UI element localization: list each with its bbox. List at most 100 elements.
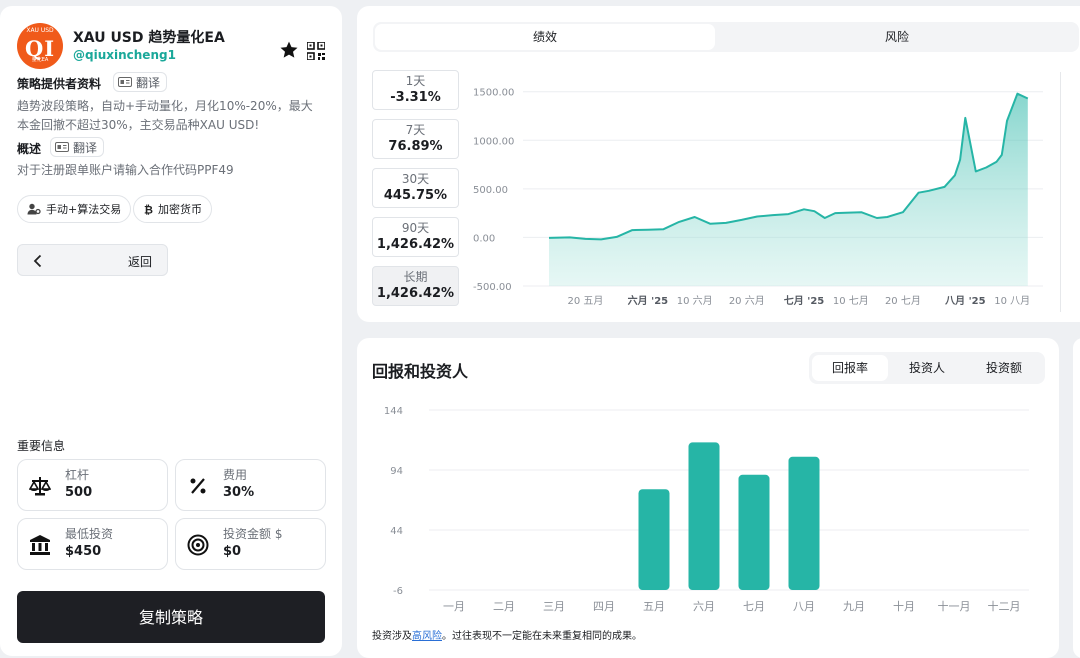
period-label: 长期 [403,270,428,284]
performance-card: 绩效 风险 1天 -3.31% 7天 76.89% 30天 445.75% 90… [357,6,1080,322]
translate-icon [55,142,69,152]
period-value: 1,426.42% [376,286,455,301]
x-tick-label: 10 七月 [833,295,869,307]
returns-investors-card: 回报和投资人 回报率 投资人 投资额 144 94 44 -6 一月 二月 三月 四月 五月 六月… [357,338,1059,658]
min-investment-value: $450 [65,544,102,559]
month-label: 十二月 [988,599,1021,613]
tab-risk[interactable]: 风险 [717,24,1077,50]
copy-strategy-button[interactable]: 复制策略 [17,591,325,643]
avatar[interactable]: XAU USD QI 量化EA [17,23,63,69]
x-tick-label: 六月 '25 [628,294,669,307]
back-label: 返回 [128,255,153,269]
month-label: 六月 [693,600,715,613]
scale-icon [29,477,51,496]
period-value: 1,426.42% [376,237,455,252]
important-info-title: 重要信息 [17,439,66,453]
month-label: 五月 [643,600,665,613]
y-tick-label: 144 [384,406,403,417]
y-tick-label: 94 [390,466,403,477]
returns-tabs: 回报率 投资人 投资额 [809,352,1045,384]
y-tick-label: 1000.00 [473,136,514,147]
strategy-profile-card: XAU USD QI 量化EA XAU USD 趋势量化EA @qiuxinch… [0,6,342,656]
period-label: 7天 [405,123,426,137]
y-tick-label: -500.00 [473,282,512,293]
leverage-label: 杠杆 [65,468,90,482]
strategy-title: XAU USD 趋势量化EA [73,30,225,46]
period-7d[interactable]: 7天 76.89% [372,119,459,159]
x-tick-label: 七月 '25 [784,294,825,307]
x-tick-label: 10 六月 [677,295,713,307]
min-investment-label: 最低投资 [65,527,114,541]
provider-info-label: 策略提供者资料 [17,77,102,91]
investment-amount-box: 投资金额 $ $0 [175,518,326,570]
month-label: 十月 [893,599,915,613]
tab-investment-amount[interactable]: 投资额 [966,355,1042,381]
period-value: 445.75% [383,188,448,203]
month-label: 八月 [793,600,815,613]
percent-icon [190,478,206,494]
return-bar [788,456,820,590]
performance-tabs: 绩效 风险 [373,22,1079,52]
provider-handle[interactable]: @qiuxincheng1 [73,48,176,62]
y-tick-label: 500.00 [473,185,508,196]
avatar-sub-text: 量化EA [31,57,49,63]
period-label: 1天 [405,74,426,88]
tag-manual-algo[interactable]: 手动+算法交易 [17,195,132,223]
tag-crypto[interactable]: ₿ 加密货币 [133,195,212,223]
risk-disclaimer: 投资涉及高风险。过往表现不一定能在未来重复相同的成果。 [372,627,642,642]
y-tick-label: 0.00 [473,233,495,244]
high-risk-link[interactable]: 高风险 [412,631,442,642]
tab-return-rate[interactable]: 回报率 [812,355,888,381]
month-label: 九月 [843,600,865,613]
return-bar [688,442,720,590]
equity-area [549,93,1028,286]
fee-value: 30% [223,485,255,500]
performance-chart[interactable]: 1500.00 1000.00 500.00 0.00 -500.00 20 五月 六月 '… [467,72,1057,312]
translate-icon [118,77,132,87]
monthly-returns-chart[interactable]: 144 94 44 -6 一月 二月 三月 四月 五月 六月 七月 八月 九月 十月 十一月 十二月 [357,396,1059,620]
tab-performance[interactable]: 绩效 [375,24,715,50]
overview-description: 对于注册跟单账户请输入合作代码PPF49 [17,163,234,177]
tag-label: 手动+算法交易 [46,203,122,216]
user-gear-icon [27,203,41,215]
fee-label: 费用 [223,468,248,482]
return-bar [738,474,770,590]
month-label: 三月 [543,600,565,613]
overview-label: 概述 [17,142,42,156]
period-90d[interactable]: 90天 1,426.42% [372,217,459,257]
tab-investors[interactable]: 投资人 [889,355,965,381]
target-icon [187,534,209,556]
period-30d[interactable]: 30天 445.75% [372,168,459,208]
x-tick-label: 20 五月 [567,295,603,307]
x-tick-label: 20 七月 [885,295,921,307]
svg-text:₿: ₿ [144,204,153,216]
period-1d[interactable]: 1天 -3.31% [372,70,459,110]
disclaimer-pre: 投资涉及 [372,631,412,642]
overview-translate-button[interactable]: 翻译 [50,137,105,157]
period-label: 30天 [401,172,430,186]
translate-button[interactable]: 翻译 [113,72,168,92]
chart-divider [1060,72,1061,312]
period-label: 90天 [401,221,430,235]
translate-label: 翻译 [136,75,161,90]
tag-label: 加密货币 [158,203,202,216]
month-label: 十一月 [938,599,971,613]
investment-amount-value: $0 [223,544,242,559]
period-all-time[interactable]: 长期 1,426.42% [372,266,459,306]
period-value: -3.31% [390,90,441,105]
leverage-box: 杠杆 500 [17,459,168,511]
leverage-value: 500 [65,485,93,500]
month-label: 四月 [593,600,615,613]
provider-description: 趋势波段策略，自动+手动量化，月化10%-20%，最大本金回撤不超过30%，主交… [17,99,313,132]
avatar-top-text: XAU USD [26,27,54,34]
star-icon[interactable] [279,40,299,60]
qr-code-icon[interactable] [307,42,325,60]
bank-icon [30,535,50,555]
x-tick-label: 八月 '25 [944,295,986,307]
month-label: 二月 [493,600,515,613]
y-tick-label: -6 [393,586,403,597]
y-tick-label: 44 [390,526,403,537]
x-tick-label: 10 八月 [994,295,1030,307]
side-panel-edge [1073,338,1080,658]
back-button[interactable]: 返回 [17,244,168,276]
